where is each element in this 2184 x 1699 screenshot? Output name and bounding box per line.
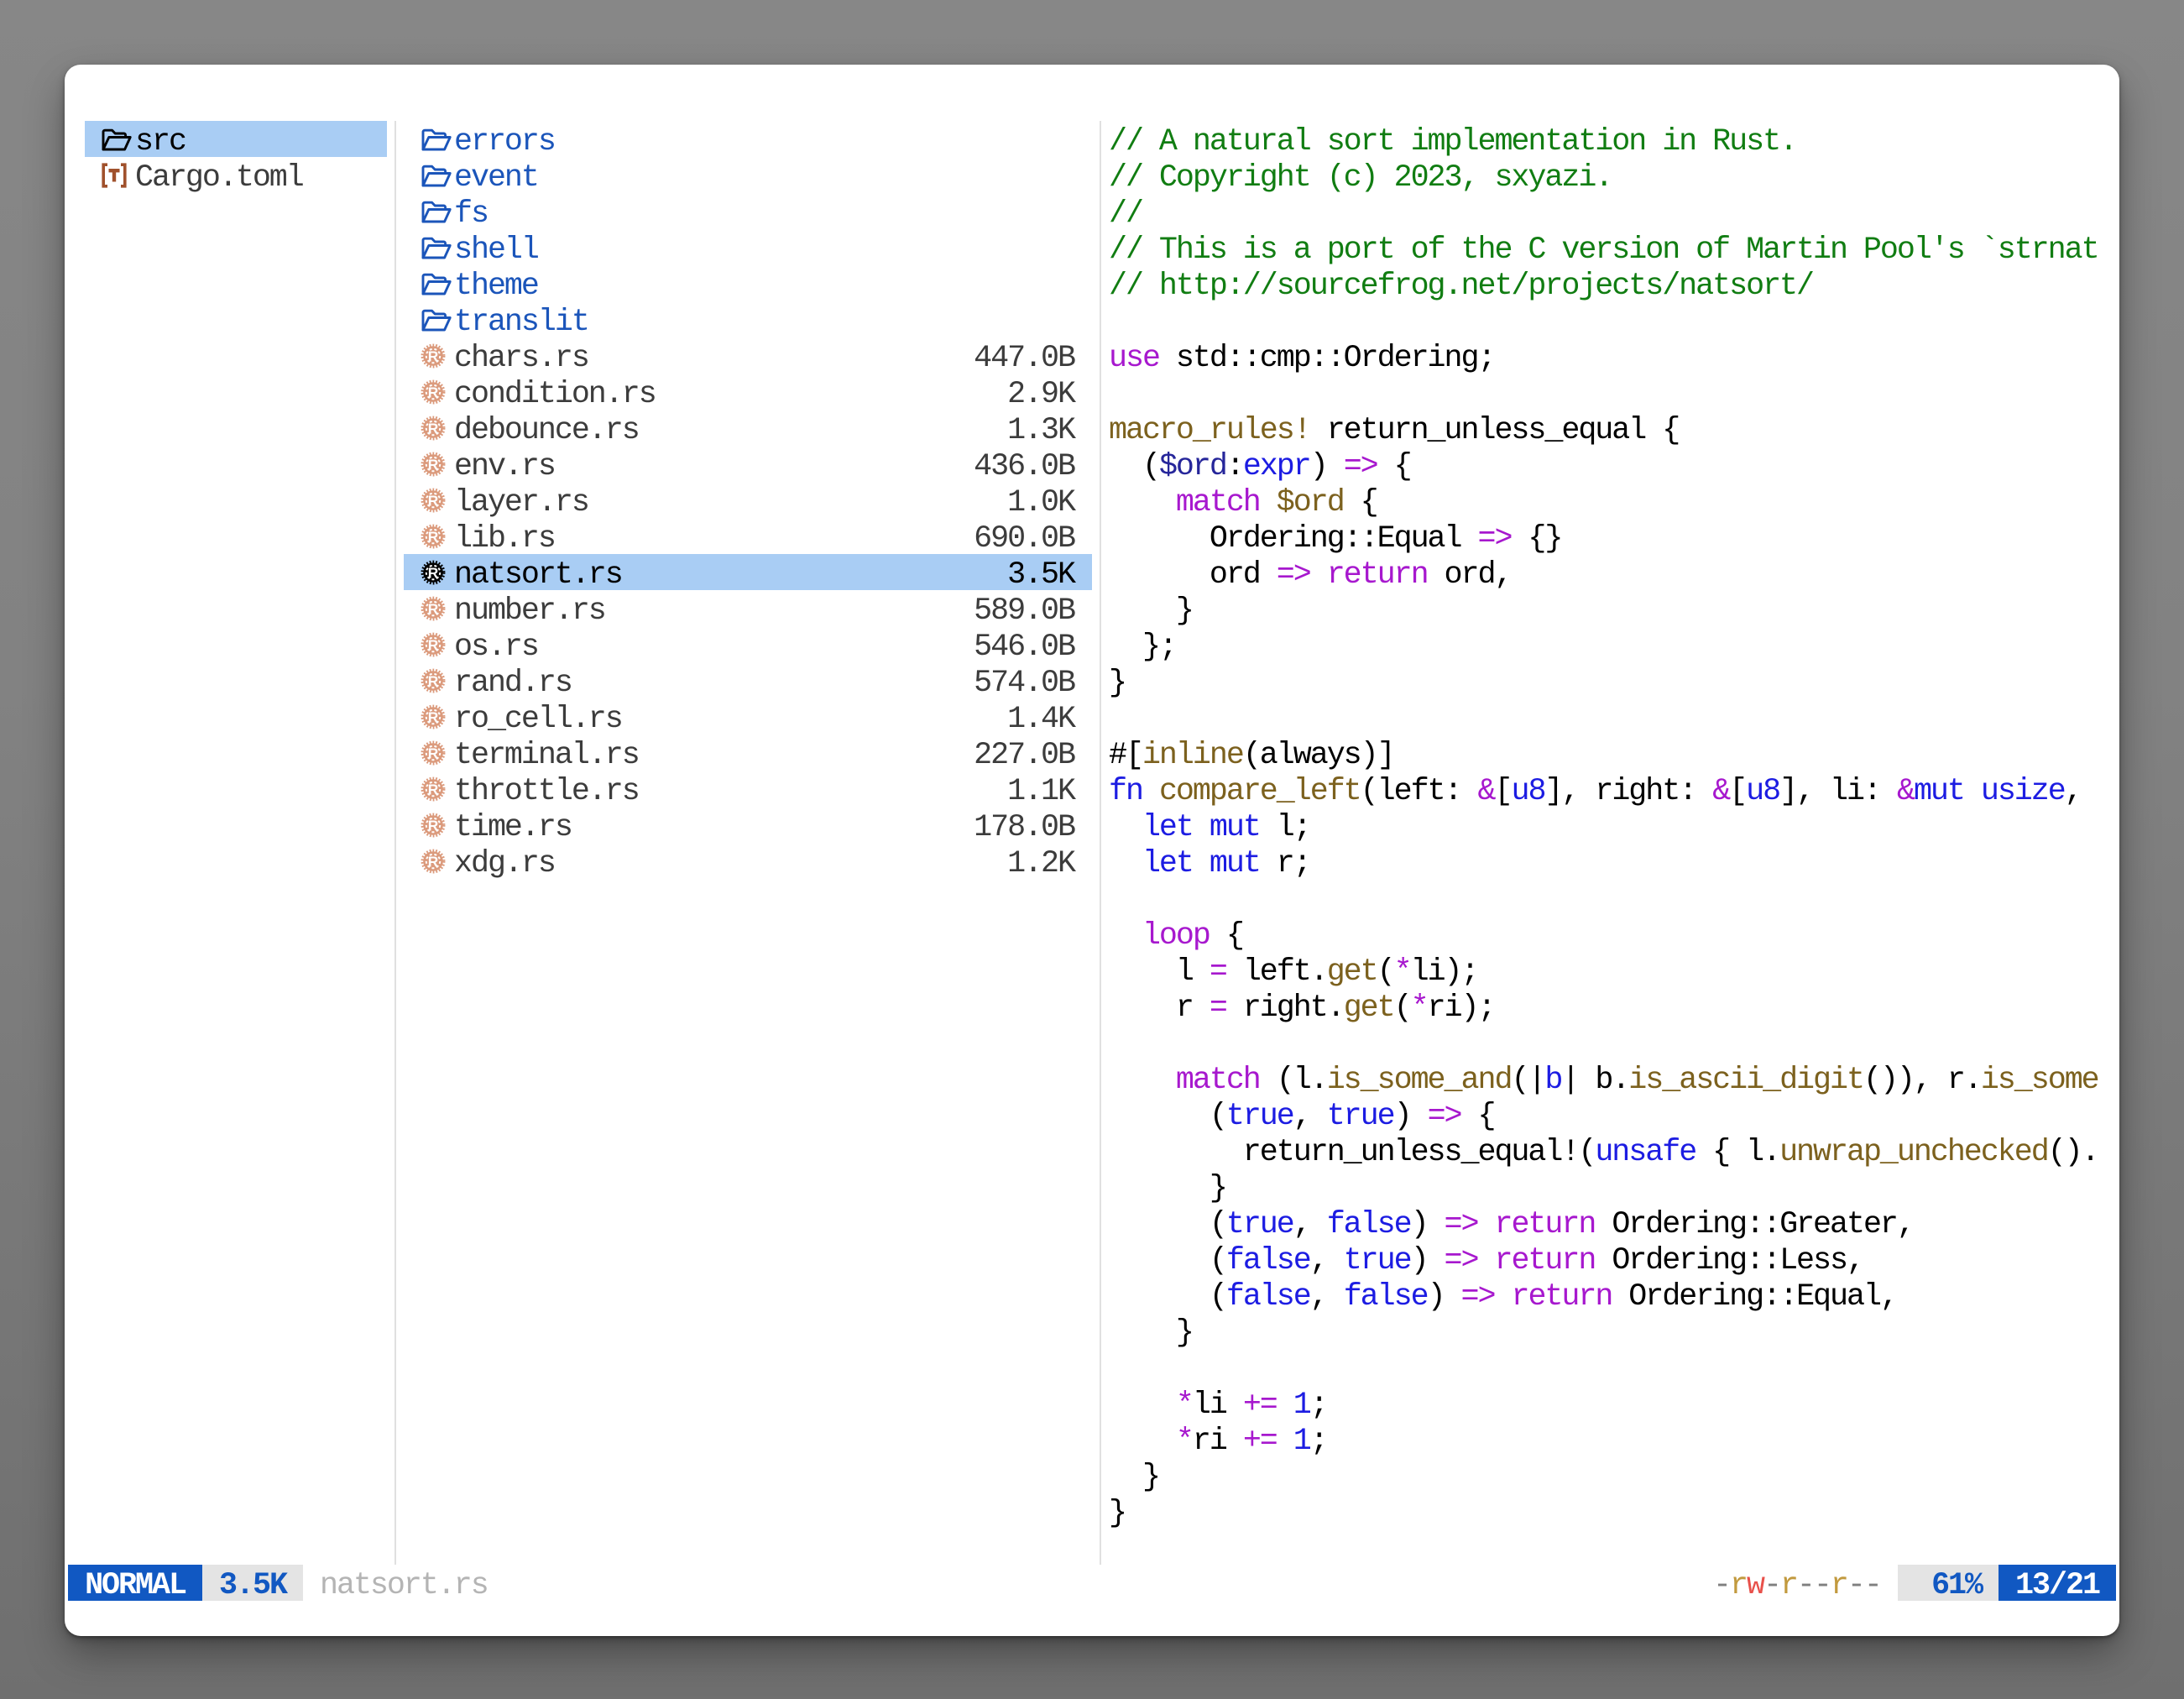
svg-text:R: R [428, 745, 439, 762]
svg-text:R: R [428, 637, 439, 654]
svg-text:R: R [428, 565, 439, 582]
svg-text:R: R [428, 421, 439, 437]
svg-text:R: R [428, 601, 439, 618]
svg-text:R: R [428, 709, 439, 726]
svg-text:R: R [428, 854, 439, 870]
svg-text:R: R [428, 348, 439, 365]
svg-text:R: R [428, 493, 439, 510]
svg-text:R: R [428, 673, 439, 690]
svg-text:R: R [428, 529, 439, 546]
svg-text:R: R [428, 384, 439, 401]
svg-text:R: R [428, 457, 439, 473]
svg-text:R: R [428, 782, 439, 798]
svg-text:R: R [428, 818, 439, 834]
